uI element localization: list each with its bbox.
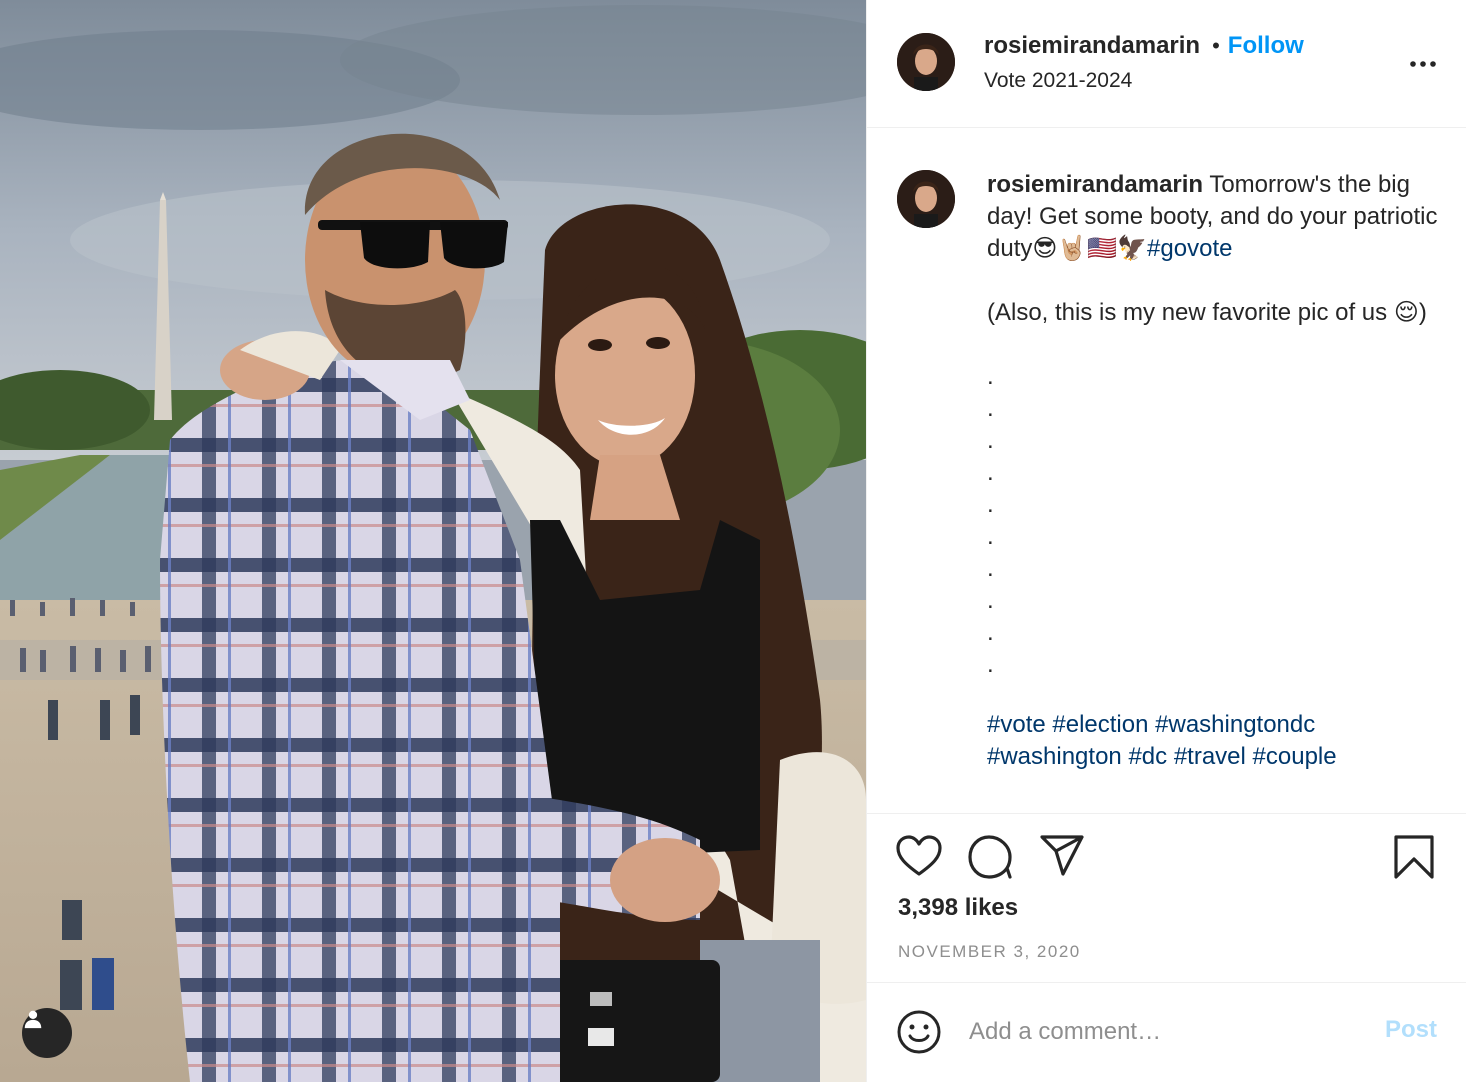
hashtag-link[interactable]: #washingtondc [1155,711,1315,738]
more-options-button[interactable] [1407,50,1439,78]
smiley-icon [897,1010,941,1054]
user-tag-icon [24,1010,42,1029]
caption-body-2: (Also, this is my new favorite pic of us [987,299,1394,326]
post-comment-button[interactable]: Post [1385,1016,1437,1044]
post-header: rosiemirandamarin • Follow Vote 2021-202… [867,0,1466,128]
caption-emojis: 😎🤘🏼🇺🇸🦅 [1032,235,1148,262]
dot-line: . [987,523,994,550]
post-actions: 3,398 likes NOVEMBER 3, 2020 [867,813,1466,983]
post-details-panel: rosiemirandamarin • Follow Vote 2021-202… [866,0,1466,1082]
hashtag-link[interactable]: #vote [987,711,1046,738]
likes-count[interactable]: 3,398 likes [898,894,1018,922]
avatar-image [897,33,955,91]
like-button[interactable] [895,834,943,883]
separator: • [1212,33,1220,58]
caption-avatar[interactable] [897,170,955,228]
hashtag-link[interactable]: #election [1052,711,1148,738]
tag-users-button[interactable] [22,1008,72,1058]
caption-dots: . . . . . . . . . . [987,361,1447,681]
hashtag-link[interactable]: #washington [987,743,1122,770]
paper-plane-icon [1040,835,1084,876]
avatar-image [897,170,955,228]
location-label[interactable]: Vote 2021-2024 [984,69,1132,93]
heart-icon [896,835,942,876]
bookmark-icon [1394,835,1434,879]
dot-line: . [987,587,994,614]
hashtag-link[interactable]: #travel [1174,743,1246,770]
caption-emoji-2: 😌 [1393,299,1419,326]
follow-button[interactable]: Follow [1228,32,1304,60]
comment-bubble-icon [968,835,1012,879]
dot-line: . [987,459,994,486]
post-image [0,0,866,1082]
dot-line: . [987,555,994,582]
post-photo[interactable] [0,0,866,1082]
comment-button[interactable] [967,834,1013,885]
dot-line: . [987,619,994,646]
hashtag-link[interactable]: #govote [1147,235,1232,262]
caption-username[interactable]: rosiemirandamarin [987,171,1203,198]
dot-line: . [987,651,994,678]
dot-line: . [987,427,994,454]
share-button[interactable] [1039,834,1085,881]
more-options-icon [1410,61,1436,67]
hashtag-link[interactable]: #couple [1253,743,1337,770]
caption-body-2-end: ) [1418,299,1427,326]
comment-bar: Post [867,984,1466,1082]
dot-line: . [987,491,994,518]
post-date[interactable]: NOVEMBER 3, 2020 [898,942,1081,962]
hashtag-link[interactable]: #dc [1128,743,1167,770]
dot-line: . [987,363,994,390]
caption-section: rosiemirandamarin Tomorrow's the big day… [867,129,1466,813]
caption-text: rosiemirandamarin Tomorrow's the big day… [987,169,1447,773]
avatar[interactable] [897,33,955,91]
dot-line: . [987,395,994,422]
username[interactable]: rosiemirandamarin [984,32,1200,60]
emoji-picker-button[interactable] [896,1009,942,1060]
comment-input[interactable] [969,1016,1369,1048]
save-button[interactable] [1393,834,1435,885]
